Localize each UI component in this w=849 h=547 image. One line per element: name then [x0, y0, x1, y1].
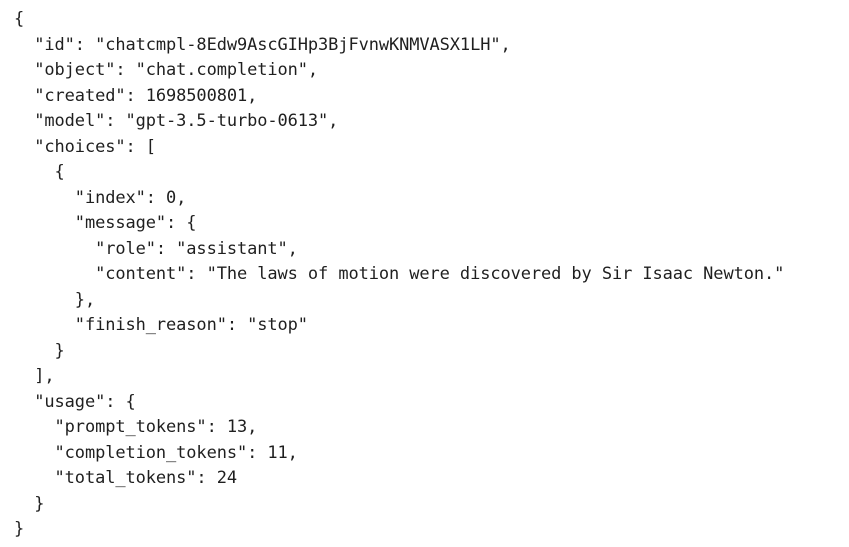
code-line-index: "index": 0, [14, 187, 187, 208]
code-line-usage-close: } [14, 493, 45, 514]
code-line-object: "object": "chat.completion", [14, 60, 319, 80]
code-line-model: "model": "gpt-3.5-turbo-0613", [14, 111, 339, 131]
code-line-finish-reason: "finish_reason": "stop" [14, 315, 308, 335]
code-line-choice-open: { [14, 162, 65, 182]
code-line-created: "created": 1698500801, [14, 85, 258, 106]
code-line-close-brace: } [14, 519, 25, 539]
code-line-usage: "usage": { [14, 391, 136, 412]
code-line-choice-close: } [14, 340, 65, 361]
code-line-open-brace: { [14, 9, 25, 29]
code-line-role: "role": "assistant", [14, 238, 298, 259]
code-line-message-close: }, [14, 289, 96, 310]
code-line-total-tokens: "total_tokens": 24 [14, 468, 238, 488]
code-line-id: "id": "chatcmpl-8Edw9AscGIHp3BjFvnwKNMVA… [14, 34, 511, 55]
code-line-content: "content": "The laws of motion were disc… [14, 264, 785, 284]
code-line-message: "message": { [14, 213, 197, 233]
code-line-choices-close: ], [14, 366, 55, 386]
code-line-choices: "choices": [ [14, 136, 156, 157]
code-line-prompt-tokens: "prompt_tokens": 13, [14, 417, 258, 437]
code-line-completion-tokens: "completion_tokens": 11, [14, 442, 298, 463]
json-code-block: { "id": "chatcmpl-8Edw9AscGIHp3BjFvnwKNM… [14, 7, 784, 543]
